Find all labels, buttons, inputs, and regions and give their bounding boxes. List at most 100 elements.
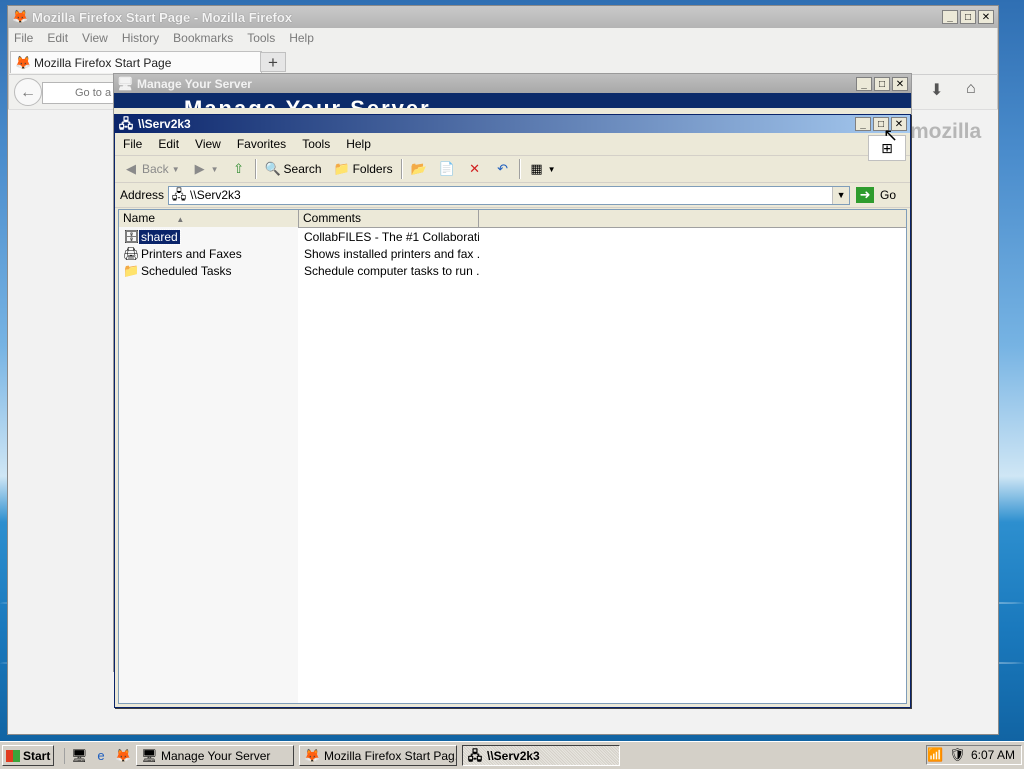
new-tab-button[interactable]: + — [260, 52, 286, 72]
manage-server-banner: Manage Your Server — [114, 93, 911, 108]
column-header-comments[interactable]: Comments — [299, 210, 479, 227]
menu-edit[interactable]: Edit — [47, 31, 68, 45]
menu-bookmarks[interactable]: Bookmarks — [173, 31, 233, 45]
firefox-icon[interactable]: 🦊 — [115, 748, 131, 764]
explorer-toolbar: ◀ Back ▼ ▶ ▼ ⇧ 🔍 Search 📁 Folders 📂 📄 ✕ … — [115, 156, 910, 183]
chevron-down-icon[interactable]: ▼ — [211, 165, 219, 174]
task-firefox[interactable]: 🦊 Mozilla Firefox Start Pag... — [299, 745, 457, 766]
home-icon[interactable]: ⌂ — [966, 80, 976, 98]
firefox-icon: 🦊 — [15, 54, 32, 70]
chevron-down-icon[interactable]: ▼ — [172, 165, 180, 174]
menu-history[interactable]: History — [122, 31, 159, 45]
network-computer-icon: 🖧 — [467, 747, 483, 763]
minimize-button[interactable]: _ — [942, 10, 958, 24]
back-button[interactable]: ◀ Back ▼ — [119, 158, 184, 180]
views-icon: ▦ — [530, 161, 543, 176]
sort-ascending-icon: ▲ — [176, 215, 185, 224]
toolbar-separator — [518, 159, 521, 179]
tab-start-page[interactable]: 🦊 Mozilla Firefox Start Page — [10, 51, 262, 73]
security-icon[interactable]: 🛡 — [949, 747, 966, 763]
name-column-shade — [119, 227, 298, 703]
server-icon: 🖥 — [141, 747, 158, 763]
explorer-titlebar[interactable]: 🖧 \\Serv2k3 _ □ ✕ — [115, 115, 910, 133]
toolbar-separator — [400, 159, 403, 179]
close-button[interactable]: ✕ — [892, 76, 908, 91]
start-label: Start — [23, 748, 51, 763]
search-button[interactable]: 🔍 Search — [261, 158, 326, 180]
close-button[interactable]: ✕ — [978, 10, 994, 24]
explorer-menubar: File Edit View Favorites Tools Help ⊞ — [115, 133, 910, 161]
list-item[interactable]: 🖨 Printers and Faxes Shows installed pri… — [119, 245, 906, 262]
forward-button[interactable]: ▶ ▼ — [188, 158, 223, 180]
list-item[interactable]: 📁 Scheduled Tasks Schedule computer task… — [119, 262, 906, 279]
address-bar: Address 🖧 \\Serv2k3 ▼ ➜ Go — [115, 183, 910, 208]
address-input[interactable]: 🖧 \\Serv2k3 ▼ — [168, 185, 851, 205]
menu-file[interactable]: File — [14, 31, 33, 45]
manage-server-title: Manage Your Server — [137, 76, 252, 91]
system-tray: 📶 🛡 6:07 AM — [926, 745, 1022, 765]
menu-tools[interactable]: Tools — [247, 31, 275, 45]
menu-tools[interactable]: Tools — [302, 137, 330, 151]
chevron-down-icon[interactable]: ▼ — [548, 165, 556, 174]
firefox-title: Mozilla Firefox Start Page - Mozilla Fir… — [32, 9, 293, 25]
minimize-button[interactable]: _ — [855, 117, 871, 131]
firefox-titlebar[interactable]: 🦊 Mozilla Firefox Start Page - Mozilla F… — [8, 6, 998, 28]
menu-help[interactable]: Help — [346, 137, 371, 151]
menu-help[interactable]: Help — [289, 31, 314, 45]
address-value: \\Serv2k3 — [190, 188, 241, 202]
scheduled-tasks-folder-icon: 📁 — [123, 262, 140, 278]
network-status-icon[interactable]: 📶 — [927, 747, 943, 763]
menu-file[interactable]: File — [123, 137, 142, 151]
delete-button[interactable]: ✕ — [463, 158, 487, 180]
network-share-icon: 🗄 — [123, 228, 140, 244]
clock[interactable]: 6:07 AM — [971, 748, 1015, 762]
task-serv2k3[interactable]: 🖧 \\Serv2k3 — [462, 745, 620, 766]
show-desktop-icon[interactable]: 🖥 — [71, 748, 88, 764]
manage-server-titlebar[interactable]: 🖥 Manage Your Server _ □ ✕ — [114, 74, 911, 93]
explorer-title: \\Serv2k3 — [138, 117, 191, 131]
maximize-button[interactable]: □ — [960, 10, 976, 24]
quick-launch: 🖥 e 🦊 — [64, 747, 131, 764]
menu-view[interactable]: View — [195, 137, 221, 151]
mozilla-brand: mozilla — [910, 120, 982, 143]
go-label: Go — [880, 188, 897, 202]
minimize-button[interactable]: _ — [856, 76, 872, 91]
task-label: \\Serv2k3 — [487, 748, 540, 763]
item-name: Scheduled Tasks — [141, 263, 232, 278]
firefox-menubar: File Edit View History Bookmarks Tools H… — [8, 28, 998, 48]
windows-flag-icon — [6, 749, 20, 762]
menu-favorites[interactable]: Favorites — [237, 137, 286, 151]
internet-explorer-icon[interactable]: e — [93, 748, 109, 764]
mouse-cursor-icon: ↖ — [883, 125, 899, 145]
move-to-button[interactable]: 📂 — [407, 158, 431, 180]
back-label: Back — [142, 162, 169, 176]
menu-view[interactable]: View — [82, 31, 108, 45]
back-arrow-icon: ◀ — [126, 161, 136, 176]
start-button[interactable]: Start — [2, 745, 54, 766]
task-manage-your-server[interactable]: 🖥 Manage Your Server — [136, 745, 294, 766]
forward-arrow-icon: ▶ — [194, 161, 205, 176]
column-header-name[interactable]: Name ▲ — [119, 210, 299, 227]
go-arrow-icon: ➜ — [856, 187, 875, 203]
folders-button[interactable]: 📁 Folders — [330, 158, 397, 180]
list-item[interactable]: 🗄 shared CollabFILES - The #1 Collaborat… — [119, 228, 906, 245]
go-button[interactable]: ➜ Go — [856, 187, 896, 203]
firefox-icon: 🦊 — [12, 9, 29, 24]
menu-edit[interactable]: Edit — [158, 137, 179, 151]
taskbar: Start 🖥 e 🦊 🖥 Manage Your Server 🦊 Mozil… — [0, 741, 1024, 769]
maximize-button[interactable]: □ — [874, 76, 890, 91]
list-header: Name ▲ Comments — [119, 210, 906, 228]
download-icon[interactable]: ⬇ — [930, 80, 943, 100]
banner-text: Manage Your Server — [184, 96, 431, 108]
up-button[interactable]: ⇧ — [227, 158, 251, 180]
folder-up-icon: ⇧ — [233, 161, 244, 176]
address-dropdown-button[interactable]: ▼ — [832, 186, 850, 204]
network-computer-icon: 🖧 — [171, 187, 187, 202]
toolbar-separator — [254, 159, 257, 179]
back-button[interactable]: ← — [14, 78, 42, 106]
delete-icon: ✕ — [469, 161, 481, 176]
undo-button[interactable]: ↶ — [491, 158, 515, 180]
item-comment: Shows installed printers and fax ... — [304, 246, 479, 261]
copy-to-button[interactable]: 📄 — [435, 158, 459, 180]
views-button[interactable]: ▦ ▼ — [525, 158, 560, 180]
